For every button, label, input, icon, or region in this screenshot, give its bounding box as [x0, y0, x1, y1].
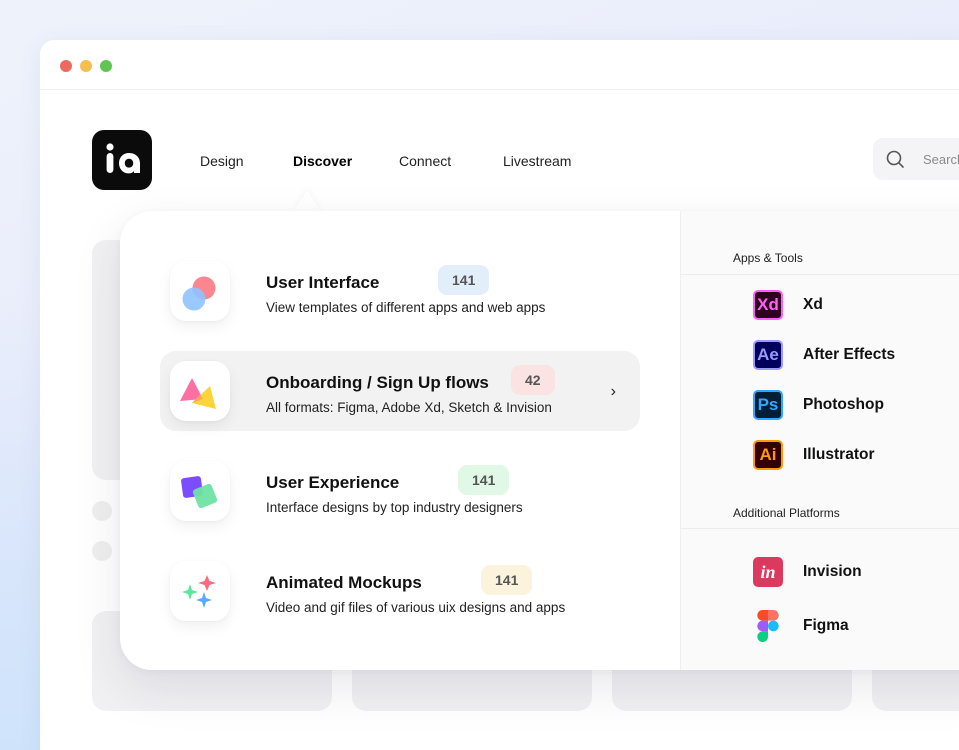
category-title: User Experience	[266, 473, 400, 492]
dropdown-pointer	[293, 190, 321, 212]
tool-name: Illustrator	[803, 446, 875, 463]
nav-livestream[interactable]: Livestream	[503, 153, 571, 169]
nav-design[interactable]: Design	[200, 153, 244, 169]
count-badge: 141	[438, 265, 490, 295]
divider	[681, 528, 959, 529]
category-title: User Interface	[266, 273, 380, 292]
tool-photoshop[interactable]: Ps Photoshop	[753, 389, 959, 421]
category-title: Animated Mockups	[266, 573, 422, 592]
count-badge: 141	[458, 465, 510, 495]
after-effects-icon: Ae	[753, 340, 783, 370]
search-icon	[886, 150, 904, 168]
category-animated-mockups[interactable]: Animated Mockups 141 Video and gif files…	[160, 551, 640, 631]
category-tile	[170, 261, 230, 321]
count-badge: 42	[511, 365, 555, 395]
placeholder-dot	[92, 541, 112, 561]
tool-figma[interactable]: Figma	[753, 610, 959, 642]
tool-after-effects[interactable]: Ae After Effects	[753, 339, 959, 371]
stars-icon	[182, 575, 216, 608]
nav-connect[interactable]: Connect	[399, 153, 451, 169]
section-label-apps-tools: Apps & Tools	[733, 251, 803, 265]
minimize-window-button[interactable]	[80, 60, 92, 72]
photoshop-icon: Ps	[753, 390, 783, 420]
browser-window: Design Discover Connect Livestream Searc…	[40, 40, 959, 750]
nav-discover[interactable]: Discover	[293, 153, 352, 169]
search-input[interactable]: Search	[873, 138, 959, 180]
logo[interactable]	[92, 130, 152, 190]
ia-logo-icon	[106, 143, 140, 174]
tool-xd[interactable]: Xd Xd	[753, 289, 959, 321]
category-description: All formats: Figma, Adobe Xd, Sketch & I…	[266, 400, 552, 415]
category-tile	[170, 361, 230, 421]
category-description: Interface designs by top industry design…	[266, 500, 523, 515]
category-user-interface[interactable]: User Interface 141 View templates of dif…	[160, 251, 640, 331]
placeholder-dot	[92, 501, 112, 521]
tool-name: After Effects	[803, 346, 896, 363]
figma-icon	[757, 610, 779, 642]
tool-name: Photoshop	[803, 396, 884, 413]
tool-name: Figma	[803, 617, 849, 634]
tool-invision[interactable]: in Invision	[753, 556, 959, 588]
category-tile	[170, 561, 230, 621]
tool-name: Xd	[803, 296, 823, 313]
category-user-experience[interactable]: User Experience 141 Interface designs by…	[160, 451, 640, 531]
category-description: View templates of different apps and web…	[266, 300, 546, 315]
category-title: Onboarding / Sign Up flows	[266, 373, 489, 392]
category-description: Video and gif files of various uix desig…	[266, 600, 566, 615]
discover-dropdown: User Interface 141 View templates of dif…	[120, 211, 959, 670]
category-onboarding[interactable]: Onboarding / Sign Up flows 42 All format…	[160, 351, 640, 431]
search-placeholder: Search	[923, 152, 959, 167]
circles-icon	[182, 276, 216, 311]
tool-illustrator[interactable]: Ai Illustrator	[753, 439, 959, 471]
close-window-button[interactable]	[60, 60, 72, 72]
triangles-icon	[180, 378, 216, 409]
divider	[681, 274, 959, 275]
count-badge: 141	[481, 565, 533, 595]
maximize-window-button[interactable]	[100, 60, 112, 72]
title-bar	[40, 40, 959, 90]
xd-icon: Xd	[753, 290, 783, 320]
tools-column: Apps & Tools Xd Xd Ae After Effects Ps P…	[680, 211, 959, 670]
illustrator-icon: Ai	[753, 440, 783, 470]
category-tile	[170, 461, 230, 521]
squares-icon	[181, 476, 218, 509]
section-label-additional-platforms: Additional Platforms	[733, 506, 840, 520]
tool-name: Invision	[803, 563, 862, 580]
chevron-right-icon: ›	[610, 383, 616, 400]
invision-icon: in	[753, 557, 783, 587]
